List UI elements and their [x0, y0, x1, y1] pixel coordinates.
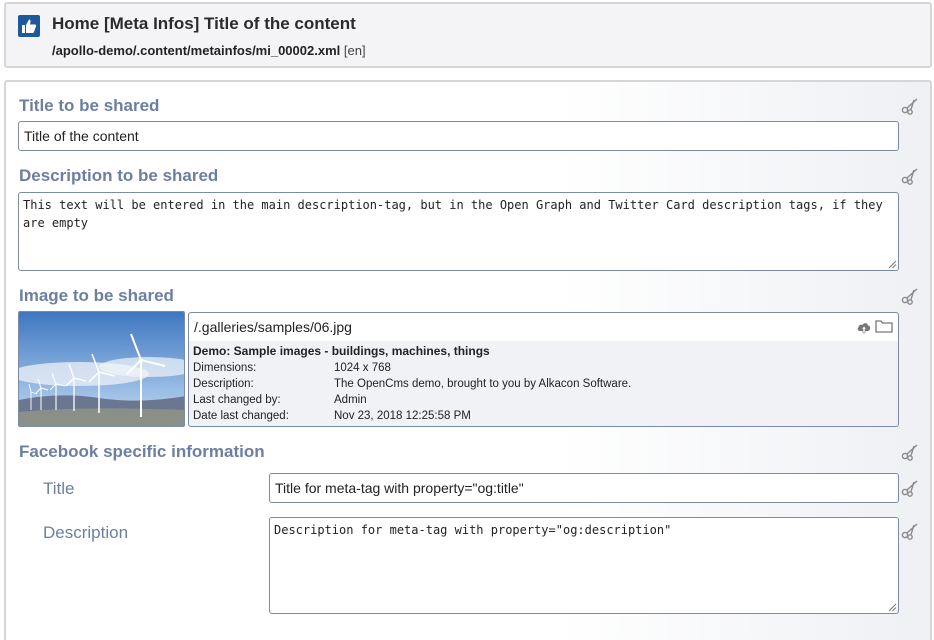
info-value: Nov 23, 2018 12:25:58 PM [334, 410, 471, 422]
scissors-icon[interactable] [901, 167, 919, 185]
info-key: Description: [193, 378, 254, 390]
locale-label: [en] [343, 43, 366, 58]
image-thumbnail[interactable] [18, 311, 185, 427]
scissors-icon[interactable] [901, 443, 919, 461]
gallery-title: Demo: Sample images - buildings, machine… [193, 344, 490, 358]
info-key: Date last changed: [193, 410, 289, 422]
upload-cloud-icon[interactable] [856, 320, 872, 334]
info-row-last-changed-by: Last changed by: Admin [193, 392, 894, 408]
info-key: Last changed by: [193, 394, 281, 406]
resource-path: /apollo-demo/.content/metainfos/mi_00002… [52, 43, 366, 58]
resource-path-text: /apollo-demo/.content/metainfos/mi_00002… [52, 43, 341, 58]
fb-title-input[interactable]: Title for meta-tag with property="og:tit… [269, 473, 899, 503]
title-label: Title to be shared [19, 96, 160, 115]
fb-description-textarea[interactable]: Description for meta-tag with property="… [269, 517, 899, 614]
title-input[interactable]: Title of the content [18, 121, 899, 151]
fb-description-text: Description for meta-tag with property="… [274, 523, 672, 537]
wind-turbines-image [19, 312, 184, 426]
info-row-dimensions: Dimensions: 1024 x 768 [193, 360, 894, 376]
image-info-panel: Demo: Sample images - buildings, machine… [188, 341, 899, 427]
scissors-icon[interactable] [901, 522, 919, 540]
info-key: Dimensions: [193, 362, 257, 374]
info-value: The OpenCms demo, brought to you by Alka… [334, 378, 632, 390]
scissors-icon[interactable] [901, 479, 919, 497]
thumbs-up-icon [18, 15, 40, 37]
info-row-date-last-changed: Date last changed: Nov 23, 2018 12:25:58… [193, 408, 894, 424]
description-textarea[interactable]: This text will be entered in the main de… [18, 192, 899, 271]
scissors-icon[interactable] [901, 287, 919, 305]
image-path-input[interactable]: /.galleries/samples/06.jpg [188, 312, 899, 342]
content-header: Home [Meta Infos] Title of the content /… [4, 2, 932, 68]
description-text: This text will be entered in the main de… [23, 198, 883, 230]
info-value: Admin [334, 394, 367, 406]
fb-description-label: Description [43, 523, 129, 542]
folder-icon[interactable] [875, 319, 893, 333]
description-label: Description to be shared [19, 166, 219, 185]
resize-handle-icon[interactable] [887, 602, 897, 612]
facebook-section-label: Facebook specific information [19, 442, 265, 461]
fb-title-label: Title [43, 479, 75, 498]
info-row-description: Description: The OpenCms demo, brought t… [193, 376, 894, 392]
image-label: Image to be shared [19, 286, 174, 305]
page-title: Home [Meta Infos] Title of the content [52, 14, 356, 33]
info-value: 1024 x 768 [334, 362, 391, 374]
resize-handle-icon[interactable] [887, 259, 897, 269]
scissors-icon[interactable] [901, 97, 919, 115]
image-path-text: /.galleries/samples/06.jpg [194, 319, 352, 335]
